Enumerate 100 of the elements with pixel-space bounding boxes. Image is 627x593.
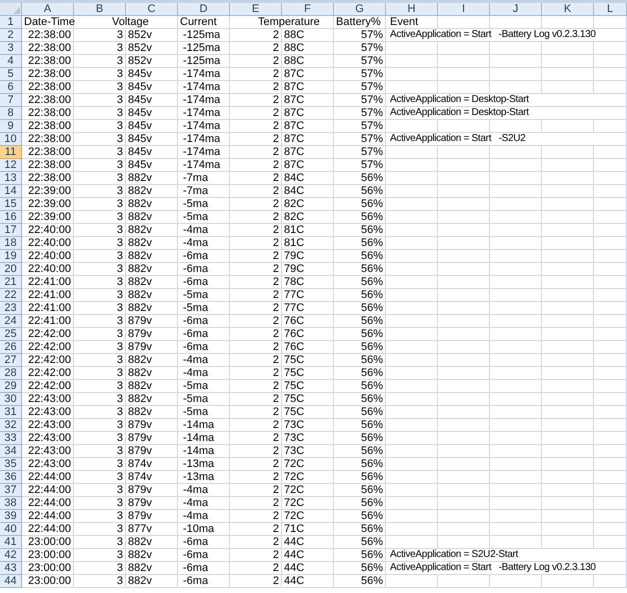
row-header[interactable]: 40: [0, 523, 22, 536]
row-header[interactable]: 18: [0, 237, 22, 250]
row-header[interactable]: 24: [0, 315, 22, 328]
table-cell: 56%: [334, 575, 386, 588]
row-header[interactable]: 34: [0, 445, 22, 458]
row-header[interactable]: 19: [0, 250, 22, 263]
row-header[interactable]: 25: [0, 328, 22, 341]
table-cell: [490, 16, 542, 29]
column-header[interactable]: D: [178, 3, 230, 16]
table-cell: 2: [230, 575, 282, 588]
select-all-icon[interactable]: [13, 7, 20, 14]
row-header[interactable]: 29: [0, 380, 22, 393]
table-cell: 57%: [334, 68, 386, 81]
row-header[interactable]: 37: [0, 484, 22, 497]
table-cell: 882v: [126, 289, 178, 302]
row-header[interactable]: 43: [0, 562, 22, 575]
table-cell: [438, 211, 490, 224]
row-header[interactable]: 35: [0, 458, 22, 471]
row-header[interactable]: 38: [0, 497, 22, 510]
row-header[interactable]: 3: [0, 42, 22, 55]
row-header[interactable]: 13: [0, 172, 22, 185]
row-header[interactable]: 41: [0, 536, 22, 549]
table-cell: 88C: [282, 29, 334, 42]
row-header[interactable]: 2: [0, 29, 22, 42]
table-cell: 56%: [334, 471, 386, 484]
table-cell: 845v: [126, 81, 178, 94]
row-header[interactable]: 16: [0, 211, 22, 224]
row-header[interactable]: 5: [0, 68, 22, 81]
row-header[interactable]: 22: [0, 289, 22, 302]
column-header[interactable]: G: [334, 3, 386, 16]
row-header[interactable]: 21: [0, 276, 22, 289]
table-cell: 882v: [126, 549, 178, 562]
row-header[interactable]: 11: [0, 146, 22, 159]
table-cell: -174ma: [178, 133, 230, 146]
row-header[interactable]: 42: [0, 549, 22, 562]
table-cell: 77C: [282, 289, 334, 302]
table-cell: -5ma: [178, 380, 230, 393]
row-header[interactable]: 1: [0, 16, 22, 29]
table-cell: 57%: [334, 29, 386, 42]
table-cell: [490, 445, 542, 458]
table-cell: 2: [230, 393, 282, 406]
row-header[interactable]: 26: [0, 341, 22, 354]
column-header[interactable]: E: [230, 3, 282, 16]
table-cell: 56%: [334, 562, 386, 575]
table-cell: 3: [74, 445, 126, 458]
row-header[interactable]: 10: [0, 133, 22, 146]
row-header[interactable]: 8: [0, 107, 22, 120]
table-cell: [542, 211, 594, 224]
table-cell: -7ma: [178, 185, 230, 198]
table-cell: [438, 81, 490, 94]
row-header[interactable]: 36: [0, 471, 22, 484]
table-cell: -6ma: [178, 575, 230, 588]
table-cell: 2: [230, 198, 282, 211]
column-header[interactable]: L: [594, 3, 627, 16]
column-header[interactable]: H: [386, 3, 438, 16]
row-header[interactable]: 39: [0, 510, 22, 523]
table-cell: [438, 159, 490, 172]
table-cell: [594, 536, 627, 549]
column-header[interactable]: K: [542, 3, 594, 16]
row-header[interactable]: 6: [0, 81, 22, 94]
table-cell: 56%: [334, 549, 386, 562]
table-cell: -4ma: [178, 224, 230, 237]
row-header[interactable]: 30: [0, 393, 22, 406]
table-cell: 22:38:00: [22, 159, 74, 172]
table-cell: -6ma: [178, 263, 230, 276]
table-cell: 2: [230, 549, 282, 562]
row-header[interactable]: 44: [0, 575, 22, 588]
column-header[interactable]: A: [22, 3, 74, 16]
row-header[interactable]: 17: [0, 224, 22, 237]
table-cell: 3: [74, 328, 126, 341]
column-header[interactable]: F: [282, 3, 334, 16]
table-cell: 845v: [126, 68, 178, 81]
row-header[interactable]: 9: [0, 120, 22, 133]
row-header[interactable]: 12: [0, 159, 22, 172]
table-cell: 3: [74, 432, 126, 445]
row-header[interactable]: 27: [0, 354, 22, 367]
row-header[interactable]: 28: [0, 367, 22, 380]
row-header[interactable]: 32: [0, 419, 22, 432]
row-header[interactable]: 20: [0, 263, 22, 276]
row-header[interactable]: 15: [0, 198, 22, 211]
table-cell: [438, 432, 490, 445]
row-header[interactable]: 4: [0, 55, 22, 68]
row-header[interactable]: 31: [0, 406, 22, 419]
table-cell: 2: [230, 484, 282, 497]
column-header[interactable]: J: [490, 3, 542, 16]
row-header[interactable]: 14: [0, 185, 22, 198]
table-cell: [438, 172, 490, 185]
row-header[interactable]: 33: [0, 432, 22, 445]
table-cell: [386, 120, 438, 133]
table-cell: 3: [74, 575, 126, 588]
table-cell: [386, 159, 438, 172]
table-cell: 44C: [282, 549, 334, 562]
column-header[interactable]: I: [438, 3, 490, 16]
column-header[interactable]: C: [126, 3, 178, 16]
row-header[interactable]: 7: [0, 94, 22, 107]
column-header[interactable]: B: [74, 3, 126, 16]
row-header[interactable]: 23: [0, 302, 22, 315]
table-cell: 22:43:00: [22, 458, 74, 471]
table-cell: [438, 354, 490, 367]
table-cell: 56%: [334, 354, 386, 367]
